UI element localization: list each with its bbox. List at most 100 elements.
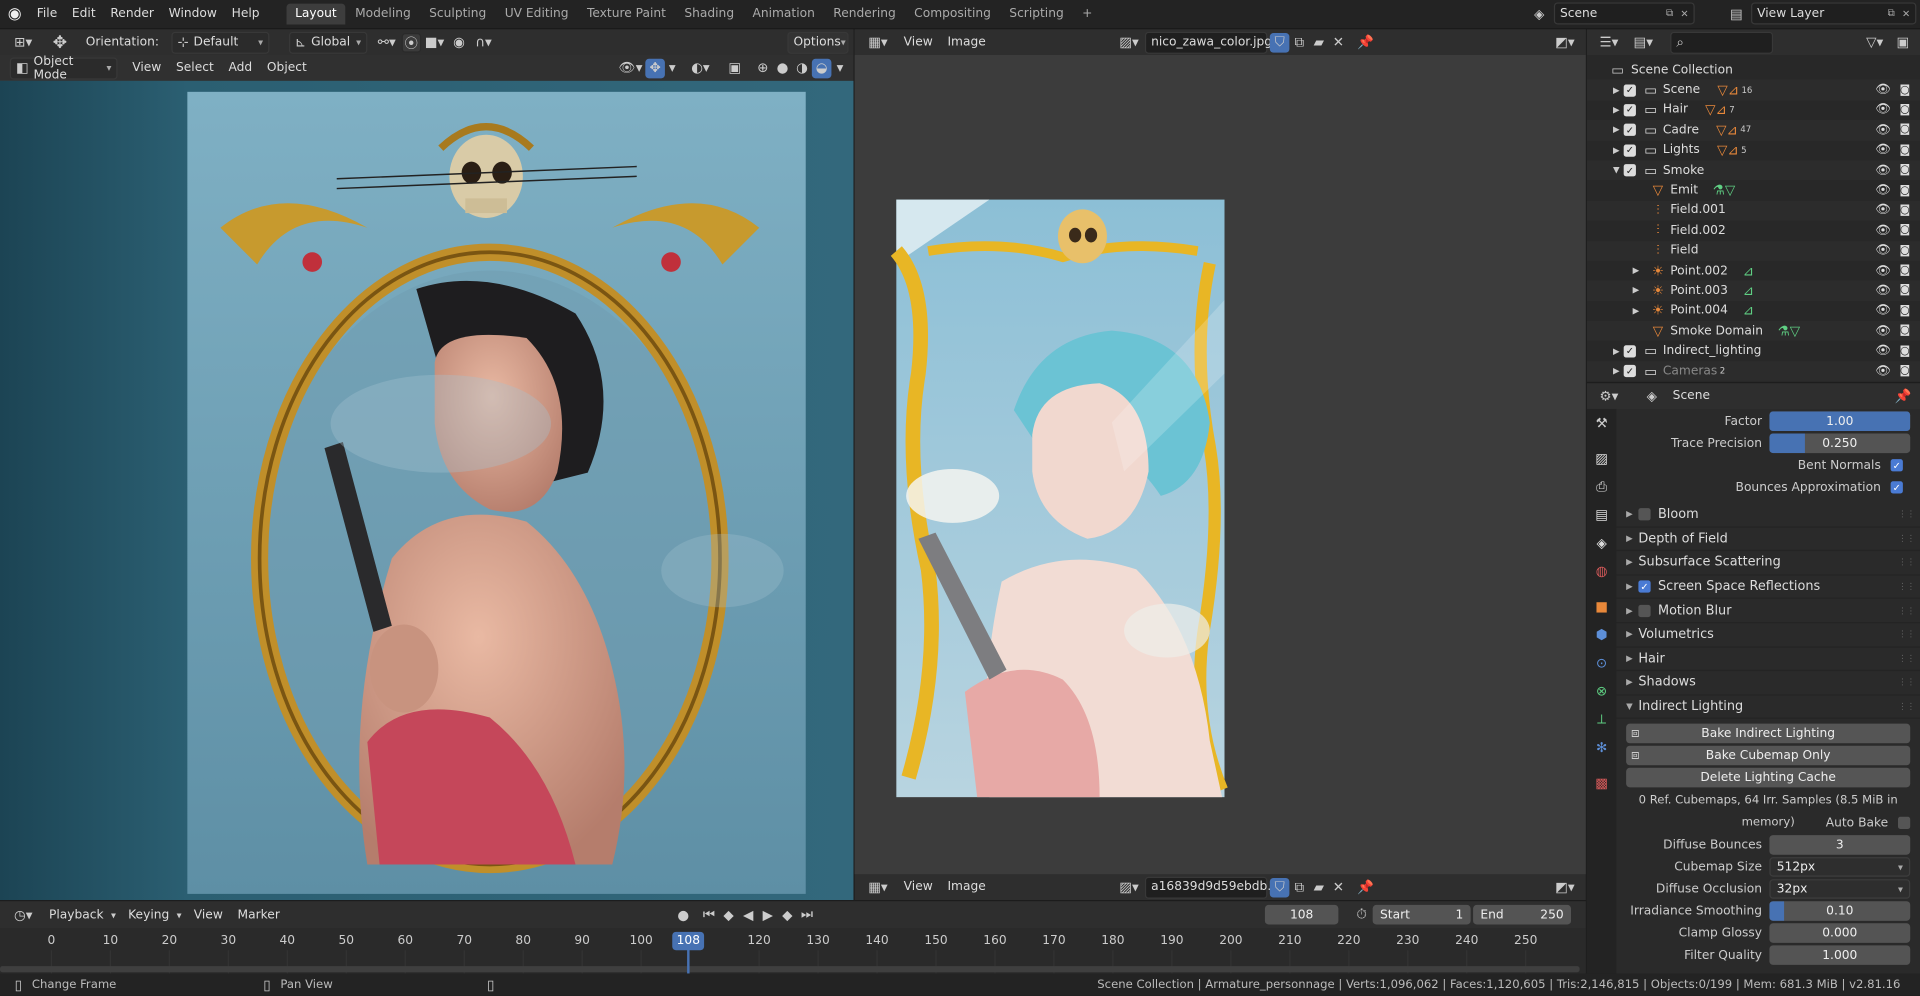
clamp-glossy-field[interactable]: 0.000 <box>1769 923 1911 944</box>
editor-type-icon[interactable]: ▦▾ <box>860 34 897 50</box>
next-keyframe-icon[interactable]: ◆ <box>778 907 798 923</box>
end-frame-field[interactable]: End 250 <box>1473 904 1572 925</box>
editor-type-icon[interactable]: ▦▾ <box>860 879 897 895</box>
expand-closed-icon[interactable]: ▶ <box>1609 125 1624 135</box>
copy-icon[interactable]: ⧉ <box>1888 7 1895 19</box>
drag-handle-icon[interactable]: ⋮⋮ <box>1898 702 1915 712</box>
expand-closed-icon[interactable]: ▶ <box>1609 105 1624 115</box>
material-shading-icon[interactable]: ◑ <box>792 60 812 76</box>
display-channels-icon[interactable]: ◩▾ <box>1549 879 1581 895</box>
view-layer-selector[interactable]: ▤ View Layer ⧉ ✕ <box>1722 2 1917 25</box>
scene-tab-icon[interactable]: ◈ <box>1587 529 1616 557</box>
eye-icon[interactable]: 👁 <box>1875 184 1891 197</box>
viewport-menu-select[interactable]: Select <box>169 61 221 74</box>
camera-icon[interactable]: ◙ <box>1900 144 1911 156</box>
timeline-menu-view[interactable]: View <box>186 908 230 921</box>
outliner-row[interactable]: ▶ ✓ ▭ Lights ▽⊿ 5 👁 ◙ <box>1587 140 1920 160</box>
camera-icon[interactable]: ◙ <box>1900 124 1911 136</box>
copy-icon[interactable]: ⧉ <box>1666 7 1673 19</box>
pivot-icon[interactable]: ⚯▾ <box>372 34 401 50</box>
unlink-icon[interactable]: ✕ <box>1329 34 1349 50</box>
fake-user-icon[interactable]: ⛉ <box>1269 32 1290 53</box>
expand-closed-icon[interactable]: ▶ <box>1609 145 1624 155</box>
falloff-icon[interactable]: ∩▾ <box>470 34 497 50</box>
rendered-shading-icon[interactable]: ◒ <box>811 58 832 78</box>
outliner-row[interactable]: ▶ ☀ Point.004 ⊿ 👁 ◙ <box>1587 301 1920 321</box>
display-channels-icon[interactable]: ◩▾ <box>1549 34 1581 50</box>
panel-depth-of-field[interactable]: ▶ Depth of Field ⋮⋮ <box>1616 527 1920 552</box>
workspace-tab-compositing[interactable]: Compositing <box>906 4 1000 25</box>
panel-checkbox[interactable] <box>1638 508 1651 521</box>
solid-shading-icon[interactable]: ● <box>773 60 793 76</box>
jump-end-icon[interactable]: ⏭ <box>797 906 817 923</box>
viewport-menu-add[interactable]: Add <box>221 61 259 74</box>
collection-checkbox[interactable]: ✓ <box>1623 144 1636 157</box>
editor-type-icon[interactable]: ⚙▾ <box>1592 388 1626 404</box>
chevron-down-icon[interactable]: ▾ <box>665 60 680 76</box>
eye-icon[interactable]: 👁 <box>1875 244 1891 257</box>
workspace-tab-shading[interactable]: Shading <box>676 4 743 25</box>
timeline-menu-marker[interactable]: Marker <box>230 908 287 921</box>
output-tab-icon[interactable]: ⎙ <box>1587 473 1616 501</box>
outliner-row[interactable]: ▶ ✓ ▭ Cameras 2 👁 ◙ <box>1586 361 1920 382</box>
drag-handle-icon[interactable]: ⋮⋮ <box>1898 558 1915 568</box>
overlay-icon[interactable]: ◐▾ <box>684 60 716 76</box>
image-menu-image[interactable]: Image <box>940 880 993 893</box>
visibility-icon[interactable]: 👁▾ <box>616 60 645 76</box>
constraints-tab-icon[interactable]: ⟂ <box>1587 705 1616 733</box>
pin-icon[interactable]: 📌 <box>1891 388 1915 404</box>
xray-icon[interactable]: ▣ <box>724 60 746 76</box>
playhead[interactable]: 108 <box>672 931 705 951</box>
menu-window[interactable]: Window <box>161 7 224 20</box>
drag-handle-icon[interactable]: ⋮⋮ <box>1898 630 1915 640</box>
camera-icon[interactable]: ◙ <box>1900 245 1911 257</box>
eye-icon[interactable]: 👁 <box>1875 204 1891 217</box>
collection-checkbox[interactable]: ✓ <box>1623 83 1636 97</box>
outliner-row[interactable]: ⫶ Field 👁 ◙ <box>1586 240 1920 261</box>
image-name-field[interactable]: nico_zawa_color.jpg <box>1144 31 1272 54</box>
outliner-row[interactable]: ▽ Emit ⚗▽ 👁 ◙ <box>1587 180 1920 200</box>
eye-icon[interactable]: 👁 <box>1875 284 1891 297</box>
bake-indirect-button[interactable]: ⧈ Bake Indirect Lighting <box>1626 724 1911 744</box>
cubemap-size-dropdown[interactable]: 512px ▾ <box>1769 857 1911 878</box>
eye-icon[interactable]: 👁 <box>1875 264 1891 277</box>
ao-slider[interactable]: 0.250 <box>1769 433 1911 454</box>
image-menu-view[interactable]: View <box>896 36 940 49</box>
timeline-scrollbar[interactable] <box>0 966 1580 973</box>
eye-icon[interactable]: 👁 <box>1875 164 1891 177</box>
timeline-menu-keying[interactable]: Keying <box>121 908 177 921</box>
modifier-tab-icon[interactable]: ⬢ <box>1587 621 1616 649</box>
checkbox[interactable]: ✓ <box>1890 459 1903 472</box>
eye-icon[interactable]: 👁 <box>1875 103 1891 116</box>
close-icon[interactable]: ✕ <box>1902 8 1910 19</box>
editor-type-icon[interactable]: ⊞▾ <box>5 34 42 50</box>
display-mode-icon[interactable]: ▤▾ <box>1626 34 1660 50</box>
workspace-tab-animation[interactable]: Animation <box>744 4 824 25</box>
drag-handle-icon[interactable]: ⋮⋮ <box>1898 678 1915 688</box>
irradiance-smoothing-slider[interactable]: 0.10 <box>1769 901 1911 922</box>
wireframe-shading-icon[interactable]: ⊕ <box>753 60 773 76</box>
record-icon[interactable]: ● <box>672 907 694 923</box>
unlink-icon[interactable]: ✕ <box>1329 879 1349 895</box>
panel-checkbox[interactable] <box>1638 604 1651 617</box>
scene-name-field[interactable]: Scene ⧉ ✕ <box>1553 2 1695 25</box>
eye-icon[interactable]: 👁 <box>1875 124 1891 137</box>
collection-checkbox[interactable]: ✓ <box>1623 104 1636 117</box>
expand-closed-icon[interactable]: ▶ <box>1609 346 1624 356</box>
menu-help[interactable]: Help <box>224 7 267 20</box>
workspace-tab-sculpting[interactable]: Sculpting <box>421 4 495 25</box>
tool-tab-icon[interactable]: ⚒ <box>1587 409 1616 437</box>
outliner-row[interactable]: ▶ ✓ ▭ Scene ▽⊿ 16 👁 ◙ <box>1586 80 1920 101</box>
panel-subsurface-scattering[interactable]: ▶ Subsurface Scattering ⋮⋮ <box>1616 551 1920 576</box>
drag-handle-icon[interactable]: ⋮⋮ <box>1898 606 1915 616</box>
outliner-row[interactable]: ▽ Smoke Domain ⚗▽ 👁 ◙ <box>1586 320 1920 341</box>
drag-handle-icon[interactable]: ⋮⋮ <box>1898 654 1915 664</box>
collection-checkbox[interactable]: ✓ <box>1623 164 1636 177</box>
viewport-canvas[interactable] <box>0 80 854 901</box>
eye-icon[interactable]: 👁 <box>1875 304 1891 317</box>
camera-icon[interactable]: ◙ <box>1900 365 1911 377</box>
workspace-tab-rendering[interactable]: Rendering <box>825 4 905 25</box>
panel-checkbox[interactable]: ✓ <box>1638 580 1651 593</box>
diffuse-occlusion-dropdown[interactable]: 32px ▾ <box>1769 879 1911 900</box>
proportional-edit-icon[interactable]: ◉ <box>448 34 470 50</box>
